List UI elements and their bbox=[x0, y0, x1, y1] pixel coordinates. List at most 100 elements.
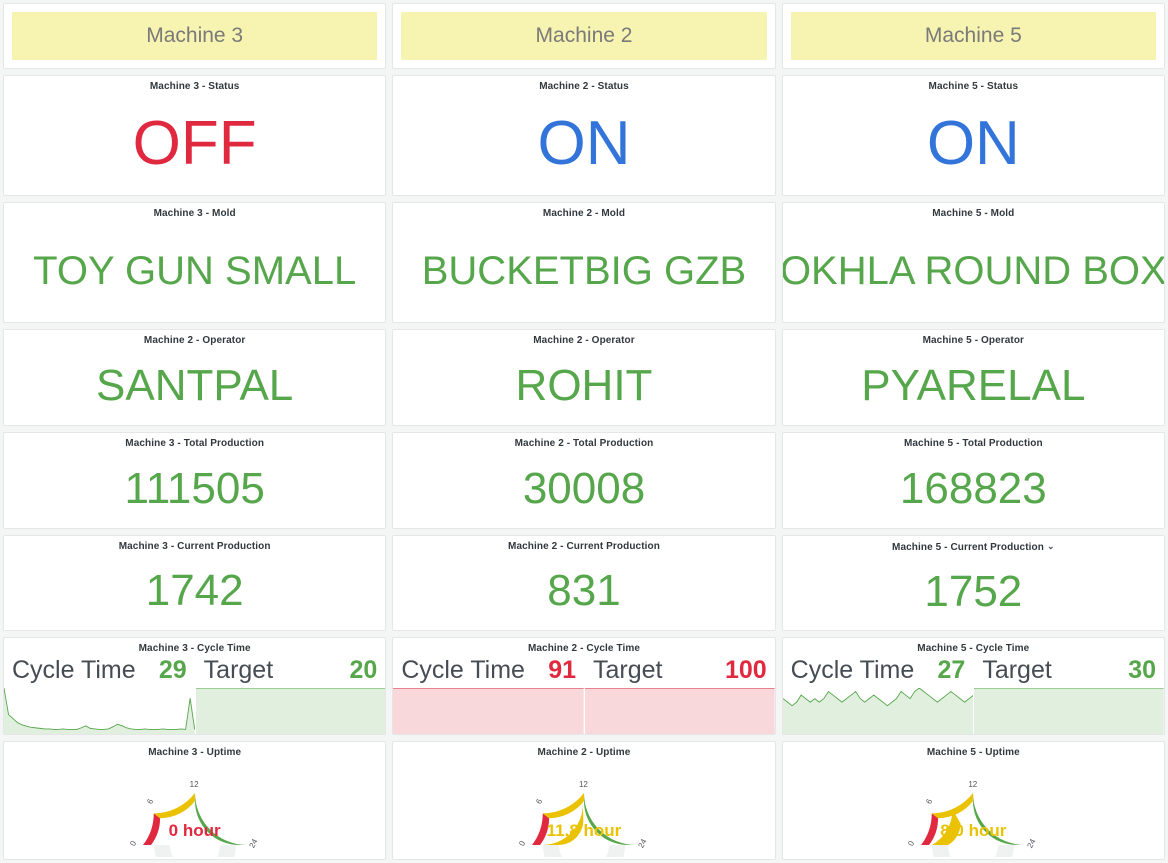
machine-header-panel[interactable]: Machine 3 bbox=[3, 3, 387, 69]
uptime-panel[interactable]: Machine 3 - Uptime 0 hour 0 6 12 24 bbox=[3, 740, 387, 860]
machine-header-box: Machine 5 bbox=[790, 12, 1156, 60]
cycle-time-sparkline bbox=[4, 688, 195, 734]
panel-title: Machine 5 - Cycle Time bbox=[917, 643, 1030, 655]
cycle-target-value: 100 bbox=[724, 656, 767, 685]
panel-title: Machine 3 - Total Production bbox=[125, 438, 265, 449]
uptime-gauge-body: 8.0 hour 0 6 12 24 bbox=[783, 759, 1164, 859]
cycle-time-stat: Cycle Time 27 bbox=[782, 655, 974, 734]
machine-header-title: Machine 3 bbox=[146, 23, 244, 47]
cycle-target-value: 30 bbox=[1128, 656, 1156, 685]
panel-title: Machine 3 - Current Production bbox=[118, 540, 271, 552]
machine-header-title: Machine 2 bbox=[535, 23, 633, 47]
uptime-value: 0 hour bbox=[168, 820, 221, 840]
operator-panel[interactable]: Machine 5 - Operator PYARELAL bbox=[781, 329, 1165, 426]
cycle-time-body: Cycle Time 91 Target 100 bbox=[393, 655, 775, 734]
uptime-panel[interactable]: Machine 5 - Uptime 8.0 hour 0 6 12 24 bbox=[781, 740, 1165, 860]
cycle-time-stat: Cycle Time 29 bbox=[4, 655, 195, 734]
uptime-gauge: 11.8 hour 0 6 12 24 bbox=[517, 761, 650, 857]
current-production-panel[interactable]: Machine 5 - Current Production ⌄ 1752 bbox=[781, 534, 1165, 632]
cycle-target-value: 20 bbox=[349, 656, 378, 685]
panel-title: Machine 5 - Total Production bbox=[903, 438, 1043, 449]
mold-panel[interactable]: Machine 2 - Mold BUCKETBIG GZB bbox=[392, 202, 776, 324]
machine-column-3: Machine 5 Machine 5 - Status ON Machine … bbox=[779, 0, 1168, 863]
panel-title: Machine 5 - Uptime bbox=[926, 746, 1020, 758]
cycle-time-value: 27 bbox=[937, 656, 966, 685]
cycle-time-panel[interactable]: Machine 2 - Cycle Time Cycle Time 91 Tar… bbox=[392, 637, 776, 735]
operator-value: ROHIT bbox=[515, 361, 653, 411]
panel-title: Machine 2 - Cycle Time bbox=[527, 643, 641, 655]
mold-value: BUCKETBIG GZB bbox=[421, 249, 747, 294]
cycle-time-stat: Cycle Time 91 bbox=[393, 655, 584, 734]
uptime-gauge-body: 0 hour 0 6 12 24 bbox=[4, 759, 385, 859]
uptime-panel[interactable]: Machine 2 - Uptime 11.8 hour 0 6 12 24 bbox=[392, 740, 776, 860]
total-production-panel[interactable]: Machine 3 - Total Production 111505 bbox=[3, 432, 387, 529]
status-value: ON bbox=[537, 108, 631, 178]
mold-panel[interactable]: Machine 5 - Mold OKHLA ROUND BOX bbox=[781, 202, 1165, 324]
total-production-value: 111505 bbox=[124, 463, 265, 513]
panel-title: Machine 5 - Status bbox=[928, 80, 1019, 92]
cycle-time-panel[interactable]: Machine 3 - Cycle Time Cycle Time 29 Tar… bbox=[3, 637, 387, 735]
panel-title: Machine 2 - Total Production bbox=[514, 438, 654, 449]
cycle-time-value: 91 bbox=[548, 656, 576, 685]
panel-title: Machine 3 - Uptime bbox=[148, 746, 242, 758]
operator-panel[interactable]: Machine 2 - Operator ROHIT bbox=[392, 329, 776, 426]
status-panel[interactable]: Machine 2 - Status ON bbox=[392, 74, 776, 197]
panel-title: Machine 2 - Operator bbox=[533, 335, 635, 347]
machine-header-box: Machine 3 bbox=[12, 12, 378, 60]
cycle-target-label: Target bbox=[982, 656, 1052, 685]
cycle-target-stat: Target 30 bbox=[973, 655, 1164, 734]
dashboard-grid: Machine 3 Machine 3 - Status OFF Machine… bbox=[0, 0, 1168, 863]
panel-title: Machine 3 - Mold bbox=[153, 208, 236, 220]
panel-title-with-menu: Machine 5 - Current Production ⌄ bbox=[783, 536, 1164, 554]
total-production-value: 30008 bbox=[522, 463, 646, 513]
status-panel[interactable]: Machine 5 - Status ON bbox=[781, 74, 1165, 197]
operator-value: SANTPAL bbox=[96, 361, 294, 411]
machine-header-box: Machine 2 bbox=[401, 12, 767, 60]
mold-value: TOY GUN SMALL bbox=[33, 249, 357, 294]
operator-panel[interactable]: Machine 2 - Operator SANTPAL bbox=[3, 329, 387, 426]
panel-title: Machine 5 - Operator bbox=[922, 335, 1025, 347]
panel-title: Machine 2 - Status bbox=[539, 80, 629, 92]
panel-title: Machine 2 - Uptime bbox=[537, 746, 631, 758]
gauge-tick-label: 12 bbox=[578, 779, 588, 789]
cycle-time-sparkline bbox=[393, 687, 584, 734]
uptime-value: 8.0 hour bbox=[940, 820, 1007, 840]
operator-value: PYARELAL bbox=[861, 361, 1086, 411]
machine-header-panel[interactable]: Machine 5 bbox=[781, 3, 1165, 69]
mold-panel[interactable]: Machine 3 - Mold TOY GUN SMALL bbox=[3, 202, 387, 324]
cycle-target-label: Target bbox=[203, 656, 274, 685]
cycle-target-sparkline bbox=[974, 687, 1164, 734]
chevron-down-icon[interactable]: ⌄ bbox=[1047, 540, 1055, 552]
current-production-value: 1742 bbox=[145, 566, 244, 616]
machine-column-2: Machine 2 Machine 2 - Status ON Machine … bbox=[389, 0, 778, 863]
mold-value: OKHLA ROUND BOX bbox=[781, 249, 1165, 294]
cycle-time-label: Cycle Time bbox=[790, 656, 915, 685]
cycle-time-label: Cycle Time bbox=[401, 656, 525, 685]
uptime-gauge-body: 11.8 hour 0 6 12 24 bbox=[393, 759, 774, 859]
current-production-value: 831 bbox=[547, 566, 621, 616]
gauge-tick-label: 12 bbox=[968, 779, 978, 789]
cycle-target-sparkline bbox=[585, 687, 775, 734]
cycle-time-body: Cycle Time 29 Target 20 bbox=[4, 655, 386, 734]
status-value: ON bbox=[926, 108, 1020, 178]
panel-title: Machine 2 - Current Production bbox=[508, 540, 660, 552]
panel-title: Machine 3 - Status bbox=[149, 80, 240, 92]
cycle-time-sparkline bbox=[782, 687, 974, 734]
uptime-gauge: 8.0 hour 0 6 12 24 bbox=[907, 761, 1039, 857]
cycle-target-sparkline bbox=[195, 687, 386, 734]
total-production-panel[interactable]: Machine 5 - Total Production 168823 bbox=[781, 432, 1165, 529]
cycle-time-panel[interactable]: Machine 5 - Cycle Time Cycle Time 27 Tar… bbox=[781, 637, 1165, 735]
panel-title-text: Machine 5 - Current Production bbox=[892, 541, 1044, 553]
status-panel[interactable]: Machine 3 - Status OFF bbox=[3, 74, 387, 197]
total-production-panel[interactable]: Machine 2 - Total Production 30008 bbox=[392, 432, 776, 529]
cycle-time-body: Cycle Time 27 Target 30 bbox=[782, 655, 1164, 734]
machine-header-panel[interactable]: Machine 2 bbox=[392, 3, 776, 69]
machine-header-title: Machine 5 bbox=[924, 23, 1022, 47]
machine-column-1: Machine 3 Machine 3 - Status OFF Machine… bbox=[0, 0, 389, 863]
uptime-gauge: 0 hour 0 6 12 24 bbox=[128, 761, 261, 857]
current-production-panel[interactable]: Machine 3 - Current Production 1742 bbox=[3, 534, 387, 632]
gauge-tick-label: 12 bbox=[189, 779, 199, 789]
current-production-panel[interactable]: Machine 2 - Current Production 831 bbox=[392, 534, 776, 632]
current-production-value: 1752 bbox=[924, 566, 1023, 616]
cycle-time-label: Cycle Time bbox=[12, 656, 136, 685]
